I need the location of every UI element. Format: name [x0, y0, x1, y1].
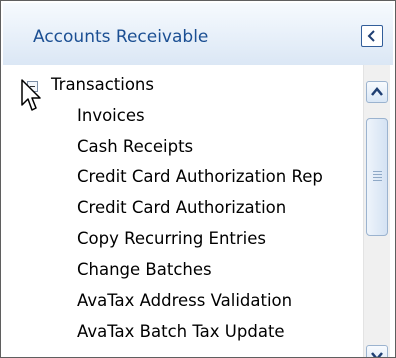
- tree-item-label: Copy Recurring Entries: [77, 229, 267, 248]
- panel-header: Accounts Receivable: [3, 3, 393, 65]
- tree-item-copy-recurring-entries[interactable]: Copy Recurring Entries: [77, 225, 266, 253]
- accounts-receivable-panel: Accounts Receivable Transactions Invoice…: [0, 0, 396, 358]
- tree-item-label: Cash Receipts: [77, 137, 194, 156]
- tree-node-label: Transactions: [51, 75, 154, 94]
- tree-item-avatax-batch-tax-update[interactable]: AvaTax Batch Tax Update: [77, 318, 285, 346]
- scroll-thumb[interactable]: [366, 118, 388, 236]
- mouse-pointer-icon: [21, 79, 41, 111]
- tree-item-credit-card-authorization-report[interactable]: Credit Card Authorization Rep: [77, 163, 323, 191]
- scroll-up-button[interactable]: [366, 81, 388, 103]
- panel-title: Accounts Receivable: [33, 27, 209, 47]
- tree-item-credit-card-authorization[interactable]: Credit Card Authorization: [77, 194, 286, 222]
- tree-item-change-batches[interactable]: Change Batches: [77, 256, 212, 284]
- thumb-grip-line: [373, 174, 382, 175]
- tree-node-transactions[interactable]: Transactions: [51, 71, 154, 99]
- thumb-grip-line: [373, 177, 382, 178]
- tree-scrollbar[interactable]: [363, 65, 390, 357]
- chevron-up-icon: [371, 87, 383, 96]
- tree-item-label: Change Batches: [77, 260, 212, 279]
- tree-item-cash-receipts[interactable]: Cash Receipts: [77, 133, 193, 161]
- thumb-grip-line: [373, 171, 382, 172]
- tree-item-invoices[interactable]: Invoices: [77, 102, 145, 130]
- tree-item-avatax-address-validation[interactable]: AvaTax Address Validation: [77, 287, 292, 315]
- tree-item-label: Credit Card Authorization Rep: [77, 167, 323, 186]
- navigation-tree: Transactions Invoices Cash Receipts Cred…: [13, 65, 371, 357]
- chevron-down-icon: [371, 352, 383, 357]
- tree-item-label: AvaTax Address Validation: [77, 291, 293, 310]
- tree-item-label: Invoices: [77, 106, 145, 125]
- collapse-panel-button[interactable]: [361, 25, 383, 47]
- tree-item-label: Credit Card Authorization: [77, 198, 287, 217]
- thumb-grip-line: [373, 180, 382, 181]
- scroll-down-button[interactable]: [366, 345, 388, 357]
- tree-item-label: AvaTax Batch Tax Update: [77, 322, 285, 341]
- chevron-left-icon: [367, 30, 375, 42]
